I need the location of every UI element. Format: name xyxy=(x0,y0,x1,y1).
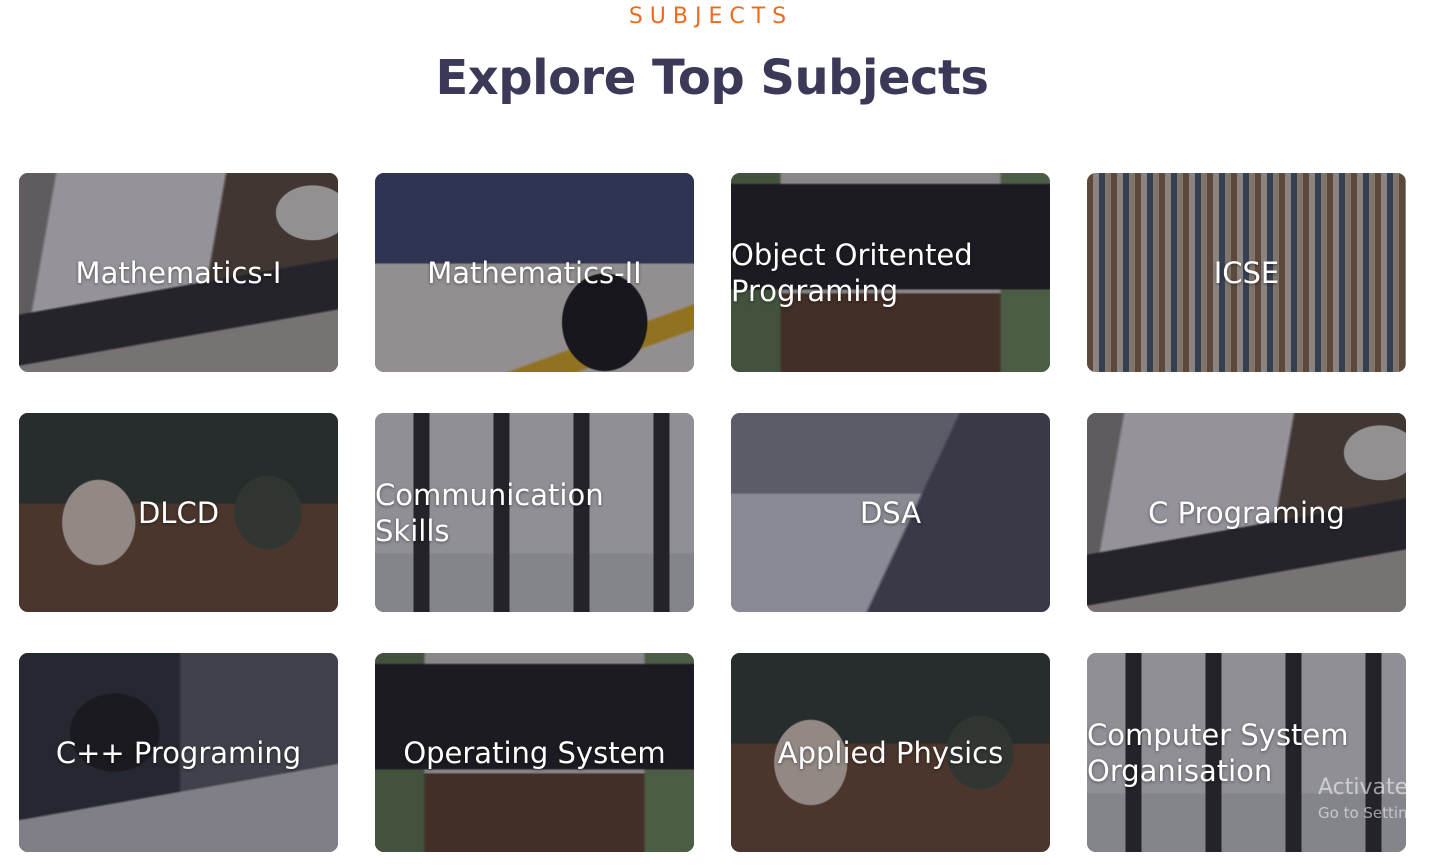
subject-card-c-programing[interactable]: C Programing xyxy=(1087,413,1406,612)
subject-label: Mathematics-I xyxy=(75,255,282,290)
subject-label: DSA xyxy=(859,495,922,530)
subject-label: C++ Programing xyxy=(55,735,302,770)
page-title: Explore Top Subjects xyxy=(435,50,989,106)
subject-card-icse[interactable]: ICSE xyxy=(1087,173,1406,372)
subject-label: Object Oritented Programing xyxy=(731,237,973,308)
subject-label: Mathematics-II xyxy=(427,255,642,290)
subject-card-mathematics-ii[interactable]: Mathematics-II xyxy=(375,173,694,372)
subject-card-dsa[interactable]: DSA xyxy=(731,413,1050,612)
subject-card-cpp-programing[interactable]: C++ Programing xyxy=(19,653,338,852)
subject-card-communication-skills[interactable]: Communication Skills xyxy=(375,413,694,612)
subjects-grid: Mathematics-I Mathematics-II Object Orit… xyxy=(19,173,1406,852)
subject-label: Communication Skills xyxy=(375,477,604,548)
subject-label: Computer System Organisation xyxy=(1087,717,1349,788)
subject-card-oop[interactable]: Object Oritented Programing xyxy=(731,173,1050,372)
subject-label: Applied Physics xyxy=(777,735,1004,770)
subject-card-operating-system[interactable]: Operating System xyxy=(375,653,694,852)
subject-card-mathematics-i[interactable]: Mathematics-I xyxy=(19,173,338,372)
subject-label: ICSE xyxy=(1213,255,1280,290)
subject-label: Operating System xyxy=(403,735,666,770)
subject-card-applied-physics[interactable]: Applied Physics xyxy=(731,653,1050,852)
subject-label: C Programing xyxy=(1148,495,1345,530)
subject-label: DLCD xyxy=(137,495,220,530)
subject-card-computer-system-organisation[interactable]: Computer System Organisation xyxy=(1087,653,1406,852)
subjects-eyebrow: SUBJECTS xyxy=(628,4,794,29)
subject-card-dlcd[interactable]: DLCD xyxy=(19,413,338,612)
